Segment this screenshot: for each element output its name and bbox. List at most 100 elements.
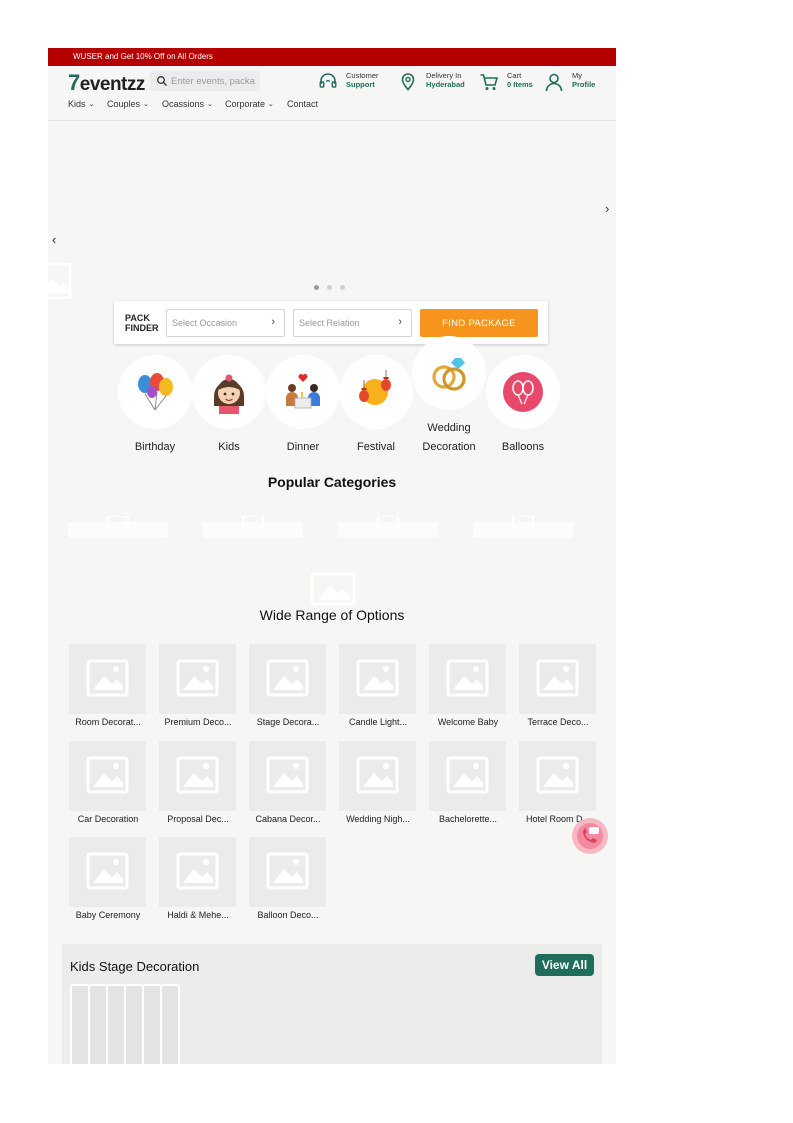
- chevron-right-icon: ›: [398, 316, 402, 328]
- option-thumbnail: [69, 837, 146, 907]
- nav-label: Couples: [107, 99, 141, 109]
- couple-dinner-icon: [286, 374, 320, 409]
- pack-finder-label-line1: PACK: [125, 313, 150, 323]
- option-thumbnail: [339, 740, 416, 811]
- option-label: Terrace Deco...: [527, 717, 589, 727]
- option-label: Room Decorat...: [75, 717, 141, 727]
- location-pin-icon: [401, 73, 415, 91]
- option-thumbnail: [249, 740, 326, 811]
- nav-item-couples[interactable]: Couples ⌄: [107, 99, 149, 109]
- select-occasion-placeholder: Select Occasion: [172, 318, 238, 328]
- option-thumbnail: [69, 644, 146, 714]
- cart-count: 0 Items: [507, 80, 533, 89]
- nav-item-kids[interactable]: Kids ⌄: [68, 99, 94, 109]
- nav-label: Contact: [287, 99, 319, 109]
- girl-face-icon: [214, 374, 244, 414]
- chat-button[interactable]: [572, 818, 608, 854]
- promo-text: WUSER and Get 10% Off on All Orders: [73, 52, 213, 61]
- product-card[interactable]: [70, 984, 90, 1064]
- search-input[interactable]: [171, 73, 255, 89]
- user-icon: [545, 73, 563, 92]
- product-card[interactable]: [124, 984, 144, 1064]
- option-label: Welcome Baby: [437, 717, 499, 727]
- image-placeholder-icon: [356, 659, 399, 697]
- kids-stage-title: Kids Stage Decoration: [70, 959, 200, 974]
- balloons-bunch-icon: [138, 373, 173, 411]
- option-label: Haldi & Mehe...: [167, 910, 229, 920]
- find-package-button[interactable]: FIND PACKAGE: [420, 309, 538, 337]
- nav-item-contact[interactable]: Contact: [287, 99, 318, 109]
- select-relation-placeholder: Select Relation: [299, 318, 360, 328]
- chevron-down-icon: ⌄: [143, 101, 149, 108]
- image-placeholder-icon: [176, 659, 219, 697]
- nav-item-ocassions[interactable]: Ocassions ⌄: [162, 99, 213, 109]
- image-placeholder-icon: [203, 516, 303, 538]
- option-label: Premium Deco...: [164, 717, 232, 727]
- search-box[interactable]: [150, 71, 260, 91]
- page: WUSER and Get 10% Off on All Orders 7eve…: [48, 48, 616, 1064]
- delivery-line1: Delivery In: [426, 71, 462, 80]
- carousel-dot[interactable]: [327, 285, 332, 290]
- hero-carousel: › ‹: [48, 121, 616, 301]
- image-placeholder-icon: [536, 659, 579, 697]
- image-placeholder-icon: [356, 756, 399, 793]
- image-placeholder-icon: [86, 756, 129, 793]
- image-placeholder-icon: [86, 852, 129, 890]
- product-card[interactable]: [160, 984, 180, 1064]
- category-circle: [486, 355, 560, 429]
- select-relation[interactable]: Select Relation ›: [293, 309, 412, 337]
- product-card[interactable]: [88, 984, 108, 1064]
- nav-item-corporate[interactable]: Corporate ⌄: [225, 99, 274, 109]
- nav-label: Kids: [68, 99, 86, 109]
- image-placeholder-icon: [338, 516, 438, 538]
- profile-line2: Profile: [572, 80, 596, 89]
- search-icon: [157, 76, 167, 86]
- pack-finder: PACK FINDER Select Occasion › Select Rel…: [114, 301, 548, 344]
- image-placeholder-icon: [473, 516, 573, 538]
- image-placeholder-icon: [176, 756, 219, 793]
- product-card[interactable]: [106, 984, 126, 1064]
- logo[interactable]: 7eventzz: [68, 70, 145, 96]
- select-occasion[interactable]: Select Occasion ›: [166, 309, 285, 337]
- view-all-button[interactable]: View All: [535, 954, 594, 976]
- product-card[interactable]: [142, 984, 162, 1064]
- image-placeholder-icon: [68, 516, 168, 538]
- image-placeholder-icon: [446, 659, 489, 697]
- option-label: Car Decoration: [77, 813, 139, 824]
- delivery-line2: Hyderabad: [426, 80, 465, 89]
- logo-text: eventzz: [79, 74, 146, 95]
- option-label: Balloon Deco...: [257, 910, 319, 920]
- option-label: Stage Decora...: [256, 717, 320, 727]
- image-placeholder-icon: [266, 852, 309, 890]
- option-thumbnail: [159, 740, 236, 811]
- pack-finder-label: PACK FINDER: [125, 313, 159, 333]
- image-placeholder-icon: [266, 756, 309, 793]
- category-circle: [266, 355, 340, 429]
- option-thumbnail: [69, 740, 146, 811]
- option-thumbnail: [519, 644, 596, 714]
- category-circle: [192, 355, 266, 429]
- option-label: Proposal Dec...: [167, 813, 229, 824]
- hero-image-placeholder-icon: [48, 263, 72, 299]
- option-thumbnail: [429, 644, 506, 714]
- wide-range-title: Wide Range of Options: [259, 607, 405, 623]
- image-placeholder-icon: [86, 659, 129, 697]
- carousel-dot[interactable]: [340, 285, 345, 290]
- image-placeholder-icon: [310, 572, 356, 606]
- chevron-down-icon: ⌄: [268, 101, 274, 108]
- category-label: Balloons: [501, 441, 545, 453]
- chevron-down-icon: ⌄: [88, 101, 95, 108]
- support-line2: Support: [346, 80, 375, 89]
- promo-bar[interactable]: WUSER and Get 10% Off on All Orders: [48, 48, 616, 66]
- profile-line1: My: [572, 71, 582, 80]
- carousel-dot[interactable]: [314, 285, 319, 290]
- prev-slide-icon[interactable]: ‹: [52, 232, 56, 247]
- next-slide-icon[interactable]: ›: [605, 201, 609, 216]
- cart-line1: Cart: [507, 71, 522, 80]
- kids-stage-section: Kids Stage Decoration View All: [62, 944, 602, 1064]
- option-label: Candle Light...: [348, 717, 408, 727]
- headset-icon: [319, 73, 337, 88]
- option-label: Wedding Nigh...: [346, 813, 410, 824]
- nav-label: Corporate: [225, 99, 266, 109]
- option-thumbnail: [249, 837, 326, 907]
